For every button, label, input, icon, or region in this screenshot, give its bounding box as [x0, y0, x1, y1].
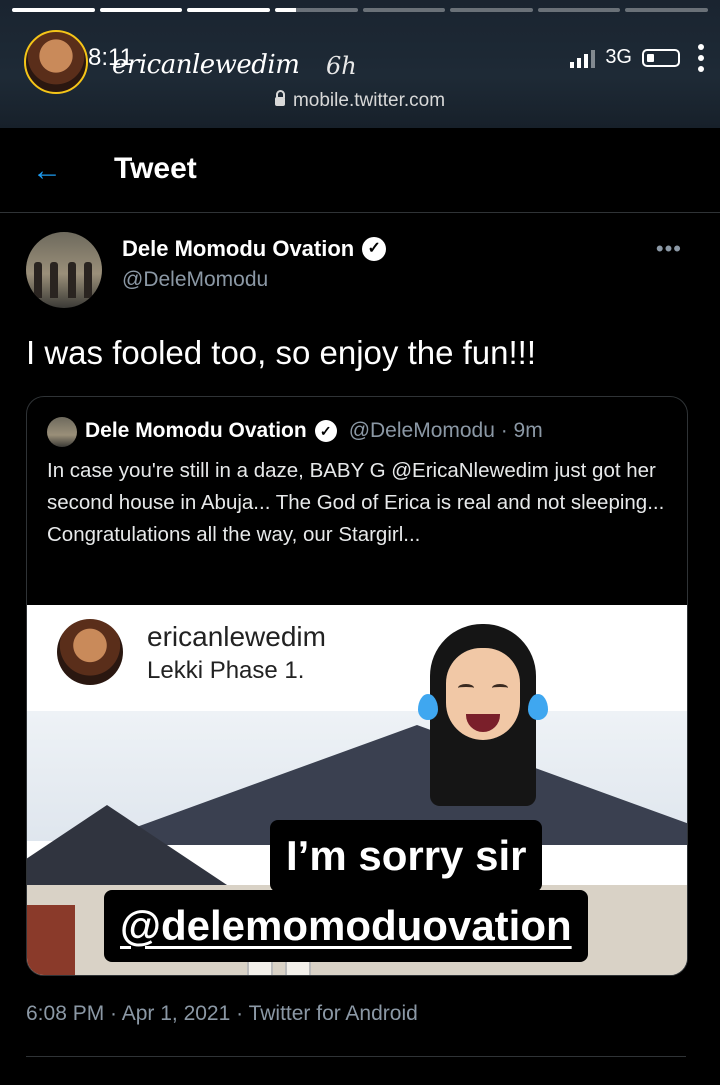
signal-icon: [570, 48, 596, 68]
mention-sticker[interactable]: @delemomoduovation: [104, 890, 588, 962]
story-progress: [12, 8, 708, 12]
quoted-author-avatar: [47, 417, 77, 447]
url-bar: mobile.twitter.com: [0, 90, 720, 112]
story-progress-segment: [537, 8, 621, 12]
story-progress-segment: [187, 8, 270, 12]
tweet-page-header: ← Tweet: [0, 128, 720, 213]
tweet-text: I was fooled too, so enjoy the fun!!!: [26, 334, 536, 371]
story-progress-segment: [12, 8, 95, 12]
quoted-author-row: Dele Momodu Ovation ✓ @DeleMomodu · 9m: [85, 419, 543, 443]
story-username[interactable]: ericanlewedim: [112, 50, 300, 80]
page-title: Tweet: [114, 152, 197, 185]
media-location: Lekki Phase 1.: [147, 657, 305, 684]
crying-memoji-sticker: [418, 618, 548, 808]
story-progress-segment: [274, 8, 358, 12]
url-text: mobile.twitter.com: [292, 90, 446, 111]
story-progress-segment: [625, 8, 708, 12]
lock-icon: [274, 90, 285, 106]
verified-badge-icon: ✓: [314, 420, 337, 442]
verified-badge-icon: ✓: [362, 237, 387, 261]
story-header: 8:11 ericanlewedim 6h 3G mobile.twitter.…: [0, 0, 720, 128]
quoted-author-name: Dele Momodu Ovation: [85, 419, 307, 442]
author-name[interactable]: Dele Momodu Ovation: [122, 236, 354, 262]
story-progress-segment: [362, 8, 446, 12]
author-avatar[interactable]: [26, 232, 102, 308]
media-post-header: ericanlewedim Lekki Phase 1.: [27, 605, 687, 712]
divider: [26, 1056, 686, 1057]
story-progress-segment: [99, 8, 183, 12]
quoted-text: In case you're still in a daze, BABY G @…: [47, 459, 665, 546]
mention-sticker-text[interactable]: @delemomoduovation: [120, 902, 572, 949]
author-name-row[interactable]: Dele Momodu Ovation ✓: [122, 236, 387, 262]
story-progress-segment: [450, 8, 533, 12]
story-avatar[interactable]: [24, 30, 88, 94]
media-roof-left: [27, 805, 227, 885]
network-label: 3G: [605, 46, 632, 68]
author-handle[interactable]: @DeleMomodu: [122, 268, 268, 292]
quoted-meta: @DeleMomodu · 9m: [348, 419, 543, 442]
more-options-icon[interactable]: •••: [656, 236, 682, 262]
media-username: ericanlewedim: [147, 621, 326, 652]
text-sticker-apology: I’m sorry sir: [270, 820, 543, 892]
battery-icon: [642, 48, 680, 67]
status-bar: 3G: [570, 46, 680, 69]
media-avatar: [57, 619, 123, 685]
arrow-left-icon[interactable]: ←: [32, 156, 62, 186]
tweet-timestamp: 6:08 PM · Apr 1, 2021 · Twitter for Andr…: [26, 1002, 418, 1025]
story-menu-icon[interactable]: [698, 44, 704, 72]
media-brick-column: [27, 905, 75, 975]
story-age: 6h: [326, 52, 357, 80]
